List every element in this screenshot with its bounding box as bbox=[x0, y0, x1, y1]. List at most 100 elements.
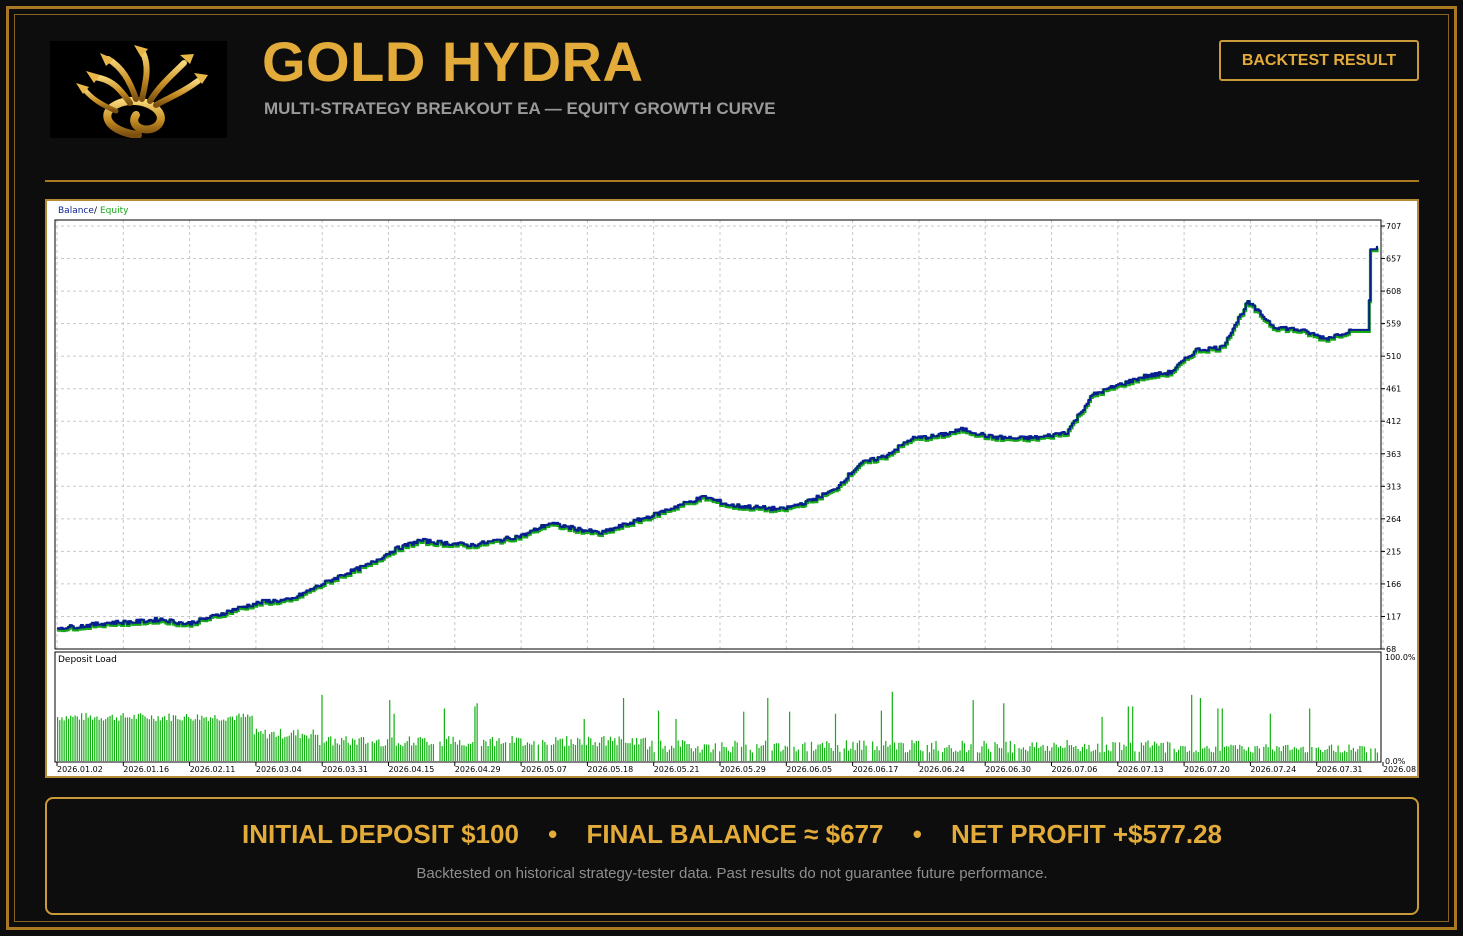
deposit-load-bar bbox=[590, 738, 592, 761]
deposit-load-bar bbox=[1322, 751, 1324, 761]
deposit-load-bar bbox=[692, 751, 695, 761]
deposit-load-bar bbox=[574, 745, 577, 761]
deposit-load-bar bbox=[528, 743, 531, 761]
deposit-load-bar bbox=[63, 720, 65, 761]
x-tick-label: 2026.07.06 bbox=[1052, 765, 1098, 774]
deposit-load-bar bbox=[1022, 747, 1025, 761]
deposit-load-bar bbox=[216, 718, 218, 761]
deposit-load-bar bbox=[553, 744, 555, 761]
final-balance: FINAL BALANCE ≈ $677 bbox=[586, 819, 884, 849]
deposit-load-bar bbox=[756, 744, 758, 761]
y-tick-label: 68 bbox=[1386, 645, 1396, 654]
deposit-load-bar bbox=[214, 715, 216, 761]
deposit-load-bar bbox=[109, 716, 111, 761]
deposit-load-bar bbox=[105, 719, 107, 761]
deposit-load-bar bbox=[1298, 749, 1300, 761]
deposit-load-bar bbox=[153, 718, 155, 761]
deposit-load-bar bbox=[345, 736, 347, 761]
deposit-load-bar bbox=[651, 740, 653, 761]
deposit-load-bar bbox=[577, 737, 579, 761]
deposit-load-bar bbox=[734, 740, 736, 761]
deposit-load-bar bbox=[937, 750, 939, 761]
deposit-load-bar bbox=[668, 749, 671, 761]
deposit-load-bar bbox=[1156, 743, 1158, 761]
deposit-load-bar bbox=[137, 713, 140, 761]
deposit-load-bar bbox=[1092, 750, 1094, 761]
deposit-load-bar bbox=[150, 715, 153, 761]
deposit-load-bar bbox=[819, 744, 821, 761]
deposit-load-bar bbox=[131, 718, 133, 761]
deposit-load-bar bbox=[273, 731, 275, 761]
deposit-load-bar bbox=[402, 746, 404, 761]
deposit-load-bar bbox=[1221, 708, 1223, 761]
deposit-load-bar bbox=[1282, 745, 1285, 761]
deposit-load-bar bbox=[561, 738, 563, 761]
deposit-load-bar bbox=[489, 739, 491, 761]
deposit-load-bar bbox=[806, 751, 808, 761]
deposit-load-bar bbox=[531, 744, 533, 761]
deposit-load-bar bbox=[703, 744, 705, 761]
deposit-load-bar bbox=[312, 729, 314, 761]
deposit-load-bar bbox=[378, 739, 380, 761]
deposit-load-bar bbox=[583, 719, 585, 761]
deposit-load-bar bbox=[1291, 749, 1293, 761]
deposit-load-bar bbox=[277, 735, 279, 761]
deposit-load-bar bbox=[1311, 747, 1313, 761]
deposit-load-bar bbox=[81, 713, 83, 761]
deposit-load-bar bbox=[542, 739, 544, 761]
deposit-load-bar bbox=[721, 742, 723, 761]
deposit-load-bar bbox=[1374, 748, 1376, 761]
deposit-load-bar bbox=[515, 737, 518, 761]
disclaimer-text: Backtested on historical strategy-tester… bbox=[416, 865, 1048, 882]
deposit-load-bar bbox=[773, 743, 775, 761]
deposit-load-bar bbox=[1300, 747, 1302, 761]
deposit-load-bar bbox=[1132, 706, 1134, 761]
deposit-load-bar bbox=[522, 745, 524, 761]
deposit-load-bar bbox=[1029, 746, 1031, 761]
deposit-load-bar bbox=[1073, 747, 1075, 761]
deposit-load-bar bbox=[708, 744, 710, 761]
deposit-load-bar bbox=[1269, 713, 1271, 761]
deposit-load-bar bbox=[360, 737, 362, 761]
deposit-load-bar bbox=[941, 752, 944, 761]
x-tick-label: 2026.05.29 bbox=[720, 765, 766, 774]
deposit-load-bar bbox=[397, 743, 400, 761]
deposit-load-bar bbox=[1208, 748, 1210, 761]
x-tick-label: 2026.08.07 bbox=[1383, 765, 1417, 774]
deposit-load-bar bbox=[642, 738, 644, 761]
deposit-load-bar bbox=[1326, 749, 1328, 761]
deposit-load-bar bbox=[133, 714, 135, 761]
deposit-load-bar bbox=[502, 743, 504, 761]
deposit-load-title: Deposit Load bbox=[58, 655, 117, 665]
x-tick-label: 2026.02.11 bbox=[190, 765, 236, 774]
deposit-load-bar bbox=[190, 718, 192, 761]
deposit-load-bar bbox=[1365, 752, 1368, 761]
deposit-load-bar bbox=[1153, 741, 1156, 761]
deposit-load-bar bbox=[904, 752, 907, 761]
deposit-load-bar bbox=[1167, 741, 1169, 761]
deposit-load-bar bbox=[70, 715, 72, 761]
deposit-load-bar bbox=[1320, 749, 1322, 761]
deposit-load-bar bbox=[428, 745, 430, 761]
deposit-load-bar bbox=[1079, 751, 1081, 761]
deposit-load-bar bbox=[87, 717, 89, 761]
deposit-load-bar bbox=[848, 750, 850, 761]
deposit-load-bar bbox=[649, 746, 651, 761]
deposit-load-bar bbox=[439, 741, 441, 761]
deposit-load-bar bbox=[618, 736, 620, 761]
deposit-load-bar bbox=[262, 733, 264, 761]
deposit-load-bar bbox=[1114, 742, 1116, 761]
deposit-load-bar bbox=[1346, 752, 1348, 761]
deposit-load-bar bbox=[1164, 752, 1167, 761]
deposit-load-bar bbox=[1328, 745, 1330, 761]
deposit-load-bar bbox=[1210, 751, 1212, 761]
deposit-load-bar bbox=[376, 740, 378, 761]
deposit-load-bar bbox=[1175, 752, 1177, 761]
deposit-load-bar bbox=[271, 732, 273, 761]
deposit-load-bar bbox=[972, 700, 974, 761]
deposit-load-bar bbox=[356, 744, 358, 761]
header-divider bbox=[45, 180, 1419, 182]
deposit-load-bar bbox=[410, 745, 413, 761]
deposit-load-bar bbox=[832, 750, 834, 761]
deposit-load-bar bbox=[172, 715, 175, 761]
